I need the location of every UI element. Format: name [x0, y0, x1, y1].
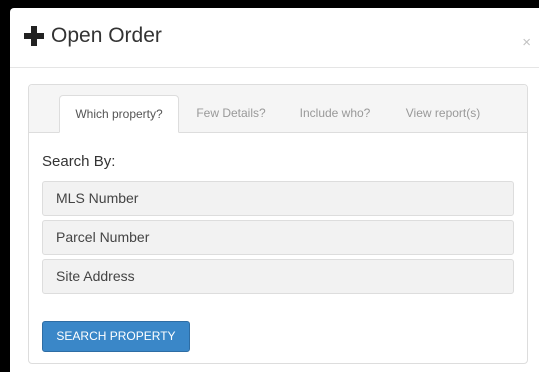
tab-include-who[interactable]: Include who? [287, 95, 383, 132]
tab-which-property[interactable]: Which property? [59, 95, 179, 133]
option-mls-number[interactable]: MLS Number [42, 181, 514, 216]
modal-title: Open Order [51, 24, 162, 47]
open-order-modal: Open Order × Which property? Few Details… [10, 8, 539, 372]
option-site-address[interactable]: Site Address [42, 259, 514, 294]
modal-header: Open Order × [10, 8, 539, 68]
tab-view-reports[interactable]: View report(s) [391, 95, 495, 132]
tab-few-details[interactable]: Few Details? [181, 95, 281, 132]
close-icon[interactable]: × [522, 35, 531, 50]
order-wizard-panel: Which property? Few Details? Include who… [28, 84, 528, 364]
plus-icon [24, 26, 44, 46]
option-parcel-number[interactable]: Parcel Number [42, 220, 514, 255]
search-property-button[interactable]: SEARCH PROPERTY [42, 321, 190, 352]
search-by-label: Search By: [42, 153, 116, 170]
wizard-tabs: Which property? Few Details? Include who… [29, 85, 527, 133]
